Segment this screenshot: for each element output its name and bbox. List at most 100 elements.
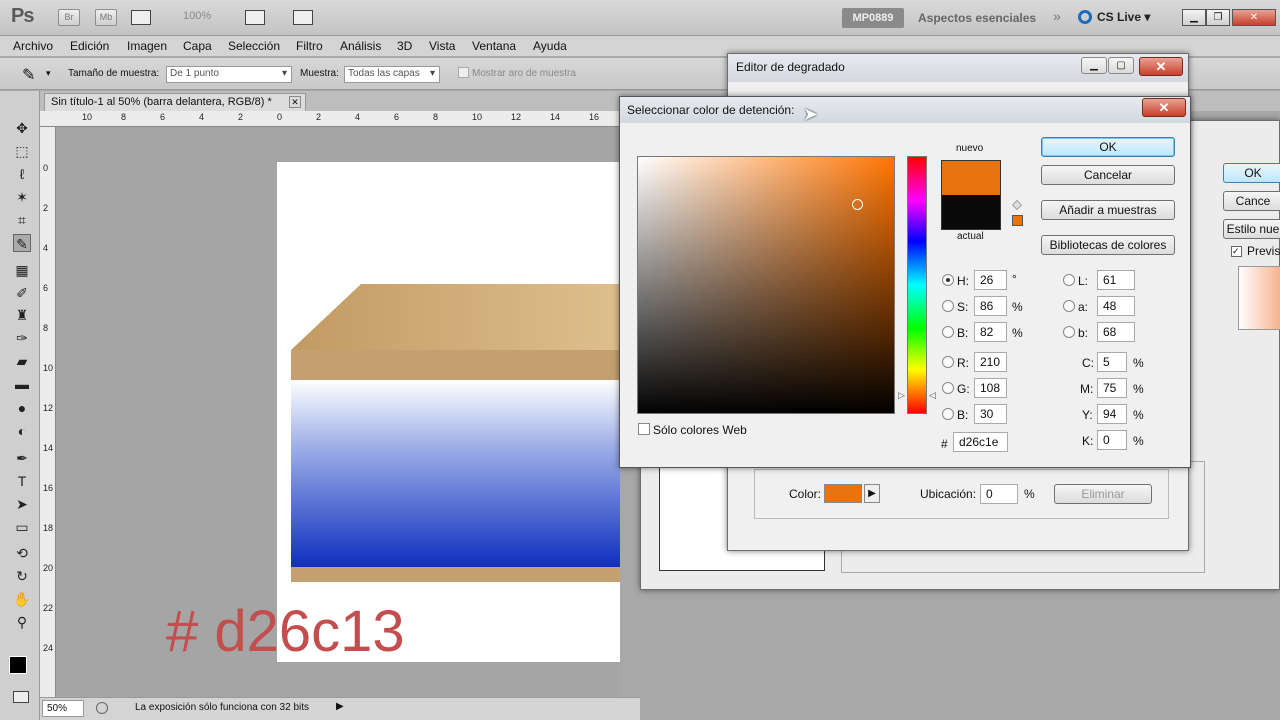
stop-color-swatch[interactable]: [824, 484, 862, 503]
lab-b-input[interactable]: 68: [1097, 322, 1135, 342]
sample-size-select[interactable]: De 1 punto ▾: [166, 66, 292, 83]
status-menu-arrow-icon[interactable]: ▶: [336, 701, 344, 712]
new-style-button[interactable]: Estilo nue: [1223, 219, 1280, 239]
lab-l-radio[interactable]: [1063, 274, 1075, 286]
stop-location-input[interactable]: 0: [980, 484, 1018, 504]
magic-wand-tool-icon[interactable]: ✶: [13, 188, 31, 206]
blur-tool-icon[interactable]: ●: [13, 399, 31, 417]
menu-item-6[interactable]: Análisis: [340, 39, 381, 53]
workspace-user-button[interactable]: MP0889: [842, 8, 904, 28]
menu-item-10[interactable]: Ayuda: [533, 39, 567, 53]
magenta-input[interactable]: 75: [1097, 378, 1127, 398]
layer-style-ok-button[interactable]: OK: [1223, 163, 1280, 183]
quick-mask-icon[interactable]: [13, 691, 29, 703]
picker-cancel-button[interactable]: Cancelar: [1041, 165, 1175, 185]
green-input[interactable]: 108: [974, 378, 1007, 398]
zoom-level[interactable]: 100%: [183, 10, 211, 22]
mini-bridge-button[interactable]: Mb: [95, 9, 117, 26]
hue-slider-right-arrow-icon[interactable]: ◁: [929, 390, 936, 401]
bridge-button[interactable]: Br: [58, 9, 80, 26]
web-colors-only-checkbox[interactable]: [638, 423, 650, 435]
out-of-gamut-cube-icon[interactable]: [1012, 200, 1022, 210]
lab-b-radio[interactable]: [1063, 326, 1075, 338]
brightness-input[interactable]: 82: [974, 322, 1007, 342]
add-to-swatches-button[interactable]: Añadir a muestras: [1041, 200, 1175, 220]
more-workspaces-icon[interactable]: »: [1053, 8, 1061, 24]
delete-stop-button[interactable]: Eliminar: [1054, 484, 1152, 504]
zoom-field[interactable]: 50%: [42, 700, 84, 717]
hand-tool-icon[interactable]: ✋: [13, 590, 31, 608]
eyedropper-icon[interactable]: ✎: [22, 65, 35, 85]
arrange-documents-icon[interactable]: [245, 10, 265, 25]
close-app-button[interactable]: ✕: [1232, 9, 1276, 26]
screen-mode-icon[interactable]: [293, 10, 313, 25]
status-info-icon[interactable]: [96, 702, 108, 714]
hex-input[interactable]: d26c1e: [953, 432, 1008, 452]
healing-brush-tool-icon[interactable]: ▦: [13, 261, 31, 279]
lab-l-input[interactable]: 61: [1097, 270, 1135, 290]
show-ring-checkbox[interactable]: [458, 67, 469, 78]
lab-a-input[interactable]: 48: [1097, 296, 1135, 316]
close-tab-icon[interactable]: ✕: [289, 96, 301, 108]
workspace-essentials-button[interactable]: Aspectos esenciales: [918, 11, 1036, 25]
menu-item-1[interactable]: Edición: [70, 39, 109, 53]
saturation-input[interactable]: 86: [974, 296, 1007, 316]
hue-slider[interactable]: [907, 156, 927, 414]
color-libraries-button[interactable]: Bibliotecas de colores: [1041, 235, 1175, 255]
menu-item-8[interactable]: Vista: [429, 39, 455, 53]
current-color-swatch[interactable]: [941, 195, 1001, 230]
menu-item-3[interactable]: Capa: [183, 39, 212, 53]
brush-tool-icon[interactable]: ✐: [13, 284, 31, 302]
pen-tool-icon[interactable]: ✒: [13, 449, 31, 467]
color-picker-close-button[interactable]: ✕: [1142, 98, 1186, 117]
restore-button[interactable]: ❐: [1206, 9, 1230, 26]
layer-style-cancel-button[interactable]: Cance: [1223, 191, 1280, 211]
dodge-tool-icon[interactable]: ◐: [13, 422, 31, 440]
lasso-tool-icon[interactable]: ℓ: [13, 165, 31, 183]
cyan-input[interactable]: 5: [1097, 352, 1127, 372]
menu-item-4[interactable]: Selección: [228, 39, 280, 53]
history-brush-tool-icon[interactable]: ✑: [13, 329, 31, 347]
gradient-tool-icon[interactable]: ▬: [13, 375, 31, 393]
document-tab[interactable]: Sin título-1 al 50% (barra delantera, RG…: [44, 93, 306, 111]
minimize-button[interactable]: ▁: [1182, 9, 1206, 26]
shape-tool-icon[interactable]: ▭: [13, 518, 31, 536]
document-canvas[interactable]: [277, 162, 620, 662]
lab-a-radio[interactable]: [1063, 300, 1075, 312]
color-field-cursor[interactable]: [852, 199, 863, 210]
hue-input[interactable]: 26: [974, 270, 1007, 290]
eraser-tool-icon[interactable]: ▰: [13, 352, 31, 370]
preview-checkbox[interactable]: ✓: [1231, 246, 1242, 257]
menu-item-9[interactable]: Ventana: [472, 39, 516, 53]
type-tool-icon[interactable]: T: [13, 472, 31, 490]
menu-item-7[interactable]: 3D: [397, 39, 412, 53]
sample-select[interactable]: Todas las capas ▾: [344, 66, 440, 83]
hue-radio[interactable]: [942, 274, 954, 286]
blue-input[interactable]: 30: [974, 404, 1007, 424]
yellow-input[interactable]: 94: [1097, 404, 1127, 424]
menu-item-0[interactable]: Archivo: [13, 39, 53, 53]
3d-orbit-tool-icon[interactable]: ↻: [13, 567, 31, 585]
ge-minimize-button[interactable]: ▁: [1081, 57, 1107, 74]
menu-item-2[interactable]: Imagen: [127, 39, 167, 53]
eyedropper-tool-icon[interactable]: ✎: [13, 234, 31, 252]
crop-tool-icon[interactable]: ⌗: [13, 211, 31, 229]
red-input[interactable]: 210: [974, 352, 1007, 372]
foreground-color-swatch[interactable]: [9, 656, 27, 674]
color-field[interactable]: [637, 156, 895, 414]
black-input[interactable]: 0: [1097, 430, 1127, 450]
tool-preset-chevron-icon[interactable]: ▾: [46, 68, 51, 79]
green-radio[interactable]: [942, 382, 954, 394]
hue-slider-left-arrow-icon[interactable]: ▷: [898, 390, 905, 401]
saturation-radio[interactable]: [942, 300, 954, 312]
ge-close-button[interactable]: ✕: [1139, 57, 1183, 76]
clone-stamp-tool-icon[interactable]: ♜: [13, 306, 31, 324]
zoom-tool-icon[interactable]: ⚲: [13, 613, 31, 631]
marquee-tool-icon[interactable]: ⬚: [13, 142, 31, 160]
ge-maximize-button[interactable]: ▢: [1108, 57, 1134, 74]
brightness-radio[interactable]: [942, 326, 954, 338]
stop-color-menu-icon[interactable]: ▶: [864, 484, 880, 503]
menu-item-5[interactable]: Filtro: [296, 39, 323, 53]
path-selection-tool-icon[interactable]: ➤: [13, 495, 31, 513]
picker-ok-button[interactable]: OK: [1041, 137, 1175, 157]
